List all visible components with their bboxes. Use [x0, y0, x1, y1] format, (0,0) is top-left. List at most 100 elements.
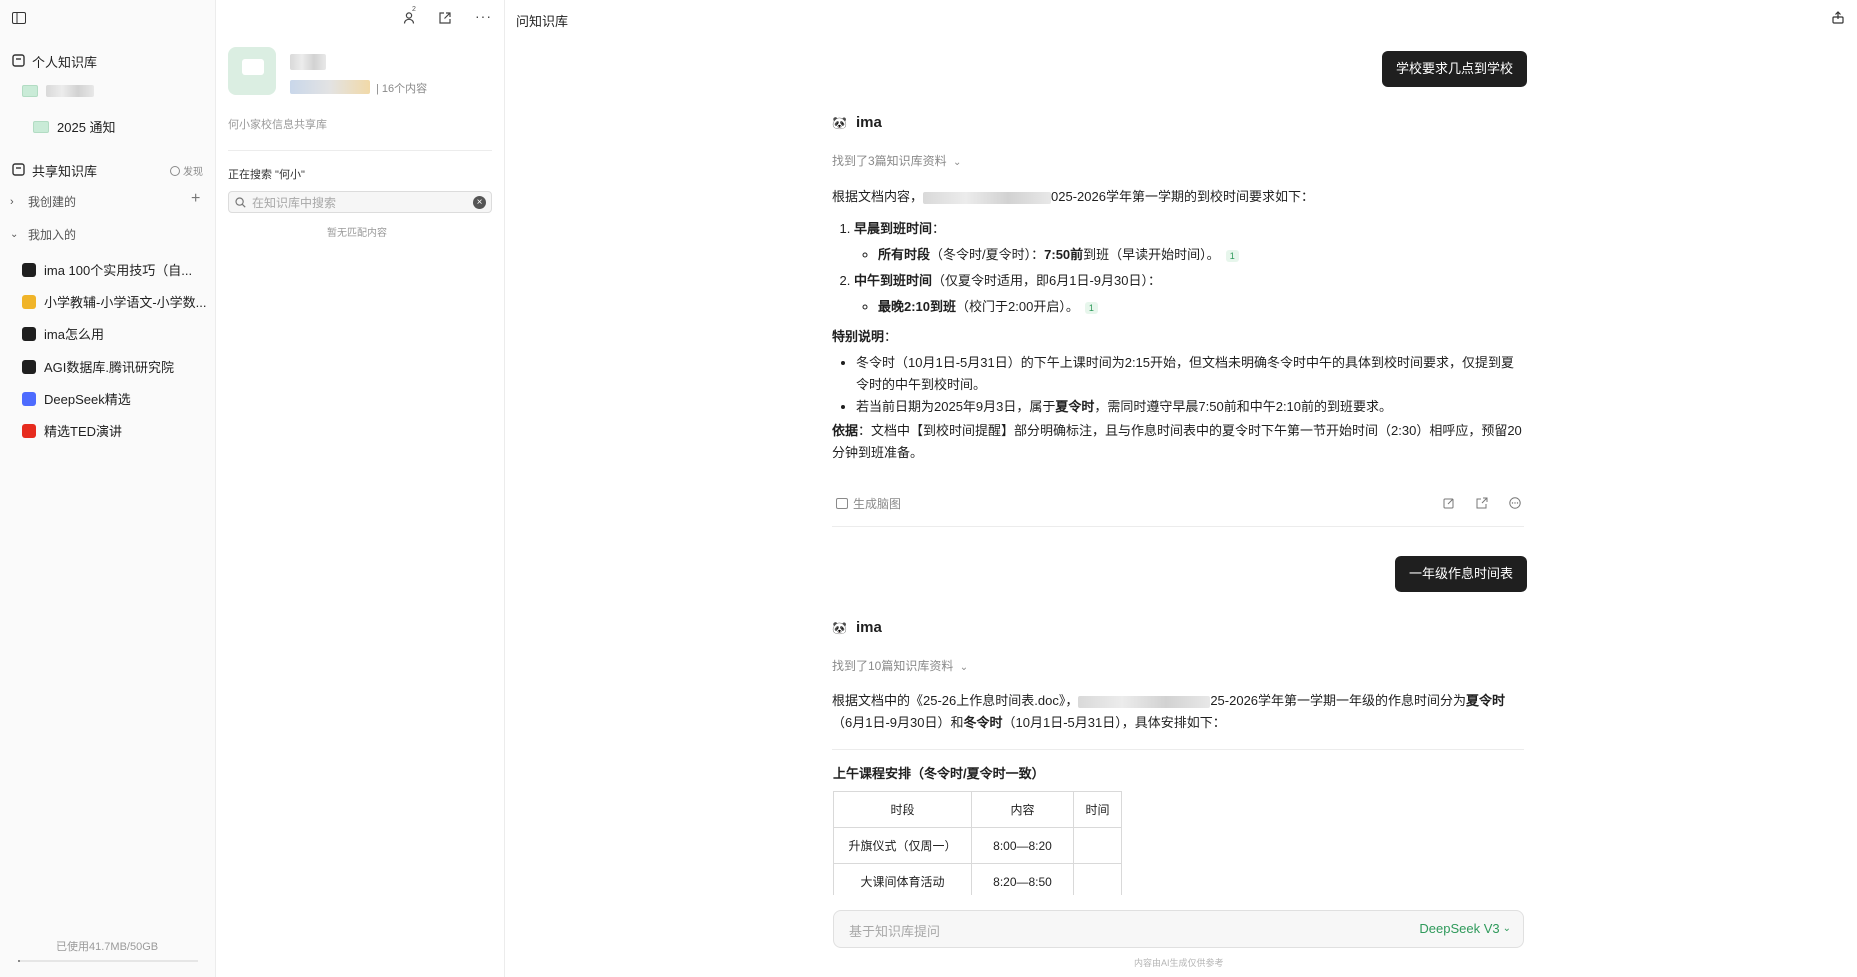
kb-search-input[interactable]: 在知识库中搜索 — [252, 194, 336, 211]
kb-search-box[interactable]: 在知识库中搜索 × — [228, 191, 492, 213]
joined-label: 我加入的 — [28, 228, 77, 242]
kb-cover-image — [228, 47, 276, 95]
sidebar-toggle-icon[interactable] — [11, 11, 27, 25]
searching-label: 正在搜索 "何小" — [228, 169, 305, 181]
schedule-table-wrap: 时段 内容 时间 升旗仪式（仅周一） 8:00—8:20 大课间体育活动 8:2… — [833, 791, 1122, 895]
answer-1-item-morning: 早晨到班时间： 所有时段（冬令时/夏令时）：7:50前到班（早读开始时间）。1 — [854, 218, 1524, 266]
clear-search-icon[interactable]: × — [473, 196, 486, 209]
mindmap-button[interactable]: 生成脑图 — [836, 495, 901, 512]
answer-1-morning-detail: 所有时段（冬令时/夏令时）：7:50前到班（早读开始时间）。1 — [878, 244, 1524, 266]
citation-badge[interactable]: 1 — [1225, 249, 1239, 262]
sidebar-joined-item[interactable]: DeepSeek精选 — [22, 389, 131, 408]
answer-1-list: 早晨到班时间： 所有时段（冬令时/夏令时）：7:50前到班（早读开始时间）。1 … — [832, 218, 1524, 318]
special-note-title: 特别说明： — [832, 329, 898, 344]
created-by-me-label: 我创建的 — [28, 195, 77, 209]
school-name-redacted — [1078, 695, 1211, 708]
table-header-time: 时间 — [1073, 791, 1122, 828]
basis-paragraph: 依据：文档中【到校时间提醒】部分明确标注，且与作息时间表中的夏令时下午第一节开始… — [832, 423, 1522, 460]
joined-item-label: AGI数据库.腾讯研究院 — [44, 360, 175, 375]
sidebar-joined-item[interactable]: AGI数据库.腾讯研究院 — [22, 357, 174, 376]
sidebar-shared-kb[interactable]: 共享知识库 — [10, 161, 97, 180]
panda-icon — [22, 326, 36, 341]
chat-title: 问知识库 — [516, 14, 569, 29]
sidebar-joined-item[interactable]: ima怎么用 — [22, 324, 104, 343]
answer-1-intro: 根据文档内容， 025-2026学年第一学期的到校时间要求如下： — [832, 189, 1314, 204]
share-icon[interactable] — [437, 10, 453, 26]
book-icon — [22, 294, 36, 309]
joined-section[interactable]: ⌄ 我加入的 — [10, 226, 76, 243]
sources-toggle-2[interactable]: 找到了10篇知识库资料 ⌄ — [832, 657, 968, 674]
bot-name: ima — [856, 619, 882, 636]
chevron-down-icon: ⌄ — [953, 157, 962, 168]
chevron-down-icon: ⌄ — [959, 662, 969, 673]
sources-toggle-1[interactable]: 找到了3篇知识库资料 ⌄ — [832, 152, 961, 169]
answer-1-noon-detail: 最晚2:10到班（校门于2:00开启）。1 — [878, 296, 1524, 318]
table-row: 大课间体育活动 8:20—8:50 — [833, 863, 1122, 895]
sidebar-folder-personal[interactable] — [22, 85, 94, 97]
special-note-list: 冬令时（10月1日-5月31日）的下午上课时间为2:15开始，但文档未明确冬令时… — [832, 352, 1524, 418]
folder-2025-label: 2025 通知 — [57, 120, 116, 135]
kb-owner-redacted — [290, 80, 370, 94]
sidebar-joined-item[interactable]: ima 100个实用技巧（自... — [22, 260, 192, 279]
bot-header-2: 🐼 ima — [832, 619, 882, 636]
answer-2: 根据文档中的《25-26上作息时间表.doc》， 25-2026学年第一学期一年级… — [832, 690, 1524, 734]
export-icon[interactable] — [1830, 10, 1846, 26]
agi-icon — [22, 359, 36, 374]
storage-bar-fill — [18, 960, 20, 962]
search-icon — [235, 196, 246, 208]
joined-item-label: 精选TED演讲 — [44, 424, 123, 439]
table-header-period: 时段 — [833, 791, 972, 828]
table-row: 升旗仪式（仅周一） 8:00—8:20 — [833, 827, 1122, 864]
kb-content-count: | 16个内容 — [376, 83, 428, 95]
shared-kb-icon — [10, 162, 26, 179]
more-icon[interactable]: ··· — [475, 8, 492, 24]
personal-kb-icon — [10, 53, 26, 70]
mindmap-icon — [836, 498, 848, 509]
special-note-2: 若当前日期为2025年9月3日，属于夏令时，需同时遵守早晨7:50前和中午2:1… — [856, 396, 1524, 418]
created-by-me-section[interactable]: › 我创建的 — [10, 193, 76, 210]
no-match-text: 暂无匹配内容 — [327, 228, 387, 239]
joined-item-label: 小学教辅-小学语文-小学数... — [44, 295, 207, 310]
add-kb-button[interactable]: + — [191, 190, 200, 208]
model-selector[interactable]: DeepSeek V3 ⌄ — [1419, 921, 1511, 936]
schedule-table: 时段 内容 时间 升旗仪式（仅周一） 8:00—8:20 大课间体育活动 8:2… — [833, 791, 1122, 895]
question-input-bar[interactable]: 基于知识库提问 DeepSeek V3 ⌄ — [833, 910, 1524, 948]
folder-icon — [33, 120, 49, 133]
discover-link[interactable]: 发现 — [170, 163, 203, 178]
table-header-content: 内容 — [971, 791, 1074, 828]
kb-panel — [216, 0, 505, 977]
answer-1-item-noon: 中午到班时间（仅夏令时适用，即6月1日-9月30日）： 最晚2:10到班（校门于… — [854, 270, 1524, 318]
question-input[interactable]: 基于知识库提问 — [849, 921, 940, 940]
folder-icon — [22, 85, 38, 97]
members-count-badge: 2 — [412, 6, 416, 13]
storage-usage: 已使用41.7MB/50GB — [56, 941, 159, 953]
sidebar-joined-item[interactable]: 精选TED演讲 — [22, 421, 122, 440]
bot-name: ima — [856, 114, 882, 131]
storage-bar — [18, 960, 198, 962]
sidebar-personal-kb[interactable]: 个人知识库 — [10, 52, 97, 71]
sidebar-folder-2025[interactable]: 2025 通知 — [33, 117, 116, 136]
citation-badge[interactable]: 1 — [1084, 301, 1098, 314]
chevron-down-icon: ⌄ — [10, 229, 19, 240]
folder-name-redacted — [46, 85, 94, 97]
edit-icon[interactable] — [1442, 496, 1456, 510]
ai-disclaimer: 内容由AI生成仅供参考 — [1134, 958, 1224, 968]
share-answer-icon[interactable] — [1475, 496, 1489, 510]
special-note-1: 冬令时（10月1日-5月31日）的下午上课时间为2:15开始，但文档未明确冬令时… — [856, 352, 1524, 396]
deepseek-icon — [22, 391, 36, 406]
kb-title-redacted — [290, 54, 326, 70]
answer-1: 根据文档内容，025-2026学年第一学期的到校时间要求如下： 早晨到班时间： … — [832, 186, 1524, 464]
panda-icon: 🐼 — [832, 620, 847, 635]
joined-item-label: ima怎么用 — [44, 327, 104, 342]
school-name-redacted — [923, 191, 1052, 204]
more-options-icon[interactable] — [1508, 496, 1522, 510]
chevron-right-icon: › — [10, 195, 14, 208]
answer-divider — [832, 526, 1524, 527]
user-question-2: 一年级作息时间表 — [1395, 556, 1528, 592]
sidebar-joined-item[interactable]: 小学教辅-小学语文-小学数... — [22, 292, 207, 311]
chevron-down-icon: ⌄ — [1502, 923, 1511, 934]
personal-kb-label: 个人知识库 — [32, 55, 98, 70]
ted-icon — [22, 423, 36, 438]
user-question-1: 学校要求几点到学校 — [1382, 51, 1528, 87]
answer-2-intro: 根据文档中的《25-26上作息时间表.doc》， 25-2026学年第一学期一年级… — [832, 693, 1506, 730]
